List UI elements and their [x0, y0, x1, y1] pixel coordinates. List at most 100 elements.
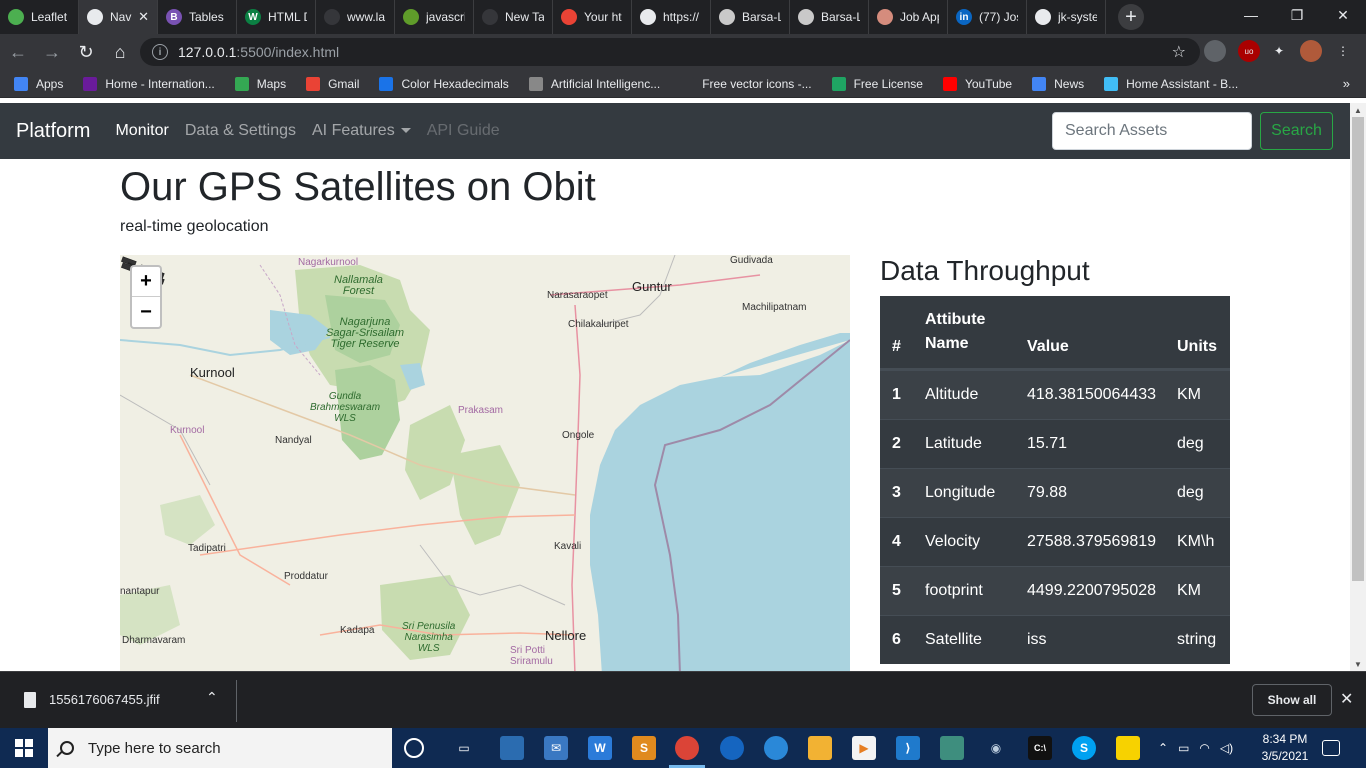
map-label-machilipatnam: Machilipatnam	[742, 302, 807, 313]
scrollbar-thumb[interactable]	[1352, 117, 1364, 581]
attribute-name: Latitude	[925, 435, 982, 452]
edge-icon[interactable]	[764, 736, 788, 760]
writer-icon[interactable]: W	[588, 736, 612, 760]
media-player-icon[interactable]: ▶	[852, 736, 876, 760]
search-button[interactable]: Search	[1260, 112, 1333, 150]
show-all-button[interactable]: Show all	[1252, 684, 1332, 716]
system-tray: ⌃ ▭ ◠ ◁)	[1158, 728, 1233, 768]
nav-link-monitor[interactable]: Monitor	[115, 122, 168, 140]
scroll-up-icon[interactable]: ▲	[1350, 103, 1366, 117]
reload-icon[interactable]: ↻	[70, 36, 102, 68]
bookmark-label: Maps	[256, 76, 287, 91]
bookmark-item[interactable]: Maps	[234, 76, 287, 91]
terminal-icon[interactable]: C:\	[1028, 736, 1052, 760]
notifications-icon[interactable]	[1322, 740, 1340, 756]
column-header-units: Units	[1177, 338, 1217, 355]
bookmark-item[interactable]: Apps	[14, 76, 63, 91]
browser-tab[interactable]: Barsa-L	[790, 0, 869, 34]
chevron-up-icon[interactable]: ⌃	[206, 689, 218, 706]
browser-tab[interactable]: https://	[632, 0, 711, 34]
network-app-icon[interactable]	[940, 736, 964, 760]
browser-tab[interactable]: W HTML D	[237, 0, 316, 34]
search-assets-input[interactable]	[1052, 112, 1252, 150]
close-window-icon[interactable]: ✕	[1320, 0, 1366, 30]
bookmark-item[interactable]: Artificial Intelligenc...	[528, 76, 660, 91]
bookmark-item[interactable]: YouTube	[942, 76, 1012, 91]
bookmark-item[interactable]: Home Assistant - B...	[1104, 76, 1238, 91]
taskbar-search-box[interactable]: Type here to search	[48, 728, 392, 768]
ublock-icon[interactable]: uo	[1238, 40, 1260, 62]
browser-tab[interactable]: Barsa-L	[711, 0, 790, 34]
browser-tab[interactable]: javascri	[395, 0, 474, 34]
volume-icon[interactable]: ◁)	[1220, 741, 1233, 755]
new-tab-button[interactable]: +	[1118, 4, 1144, 30]
navbar-brand[interactable]: Platform	[16, 120, 90, 143]
nav-link-data-settings[interactable]: Data & Settings	[185, 122, 296, 140]
profile-avatar[interactable]	[1300, 40, 1322, 62]
system-clock[interactable]: 8:34 PM 3/5/2021	[1250, 731, 1320, 765]
minimize-icon[interactable]: —	[1228, 0, 1274, 30]
mail-icon[interactable]: ✉	[544, 736, 568, 760]
back-icon[interactable]: ←	[2, 36, 34, 68]
nav-dropdown-ai-features[interactable]: AI Features	[312, 122, 411, 140]
scroll-down-icon[interactable]: ▼	[1350, 657, 1366, 671]
forward-icon[interactable]: →	[36, 36, 68, 68]
browser-tab[interactable]: New Tab	[474, 0, 553, 34]
bookmark-item[interactable]: Free License	[831, 76, 923, 91]
bookmark-item[interactable]: Free vector icons -...	[680, 76, 812, 91]
tab-favicon-icon	[87, 9, 103, 25]
bookmarks-overflow-icon[interactable]: »	[1343, 76, 1350, 91]
home-icon[interactable]: ⌂	[104, 36, 136, 68]
skype-icon[interactable]: S	[1072, 736, 1096, 760]
bookmark-item[interactable]: Color Hexadecimals	[379, 76, 509, 91]
windows-start-icon[interactable]	[0, 728, 48, 768]
browser-tab[interactable]: Job App	[869, 0, 948, 34]
browser-tab[interactable]: www.la	[316, 0, 395, 34]
task-view-icon[interactable]: ▭	[452, 736, 476, 760]
store-icon[interactable]	[500, 736, 524, 760]
vscode-icon[interactable]: ⟩	[896, 736, 920, 760]
chrome-menu-icon[interactable]: ⋮	[1332, 40, 1354, 62]
address-bar[interactable]: i 127.0.0.1:5500/index.html ☆	[140, 38, 1200, 66]
wifi-icon[interactable]: ◠	[1199, 741, 1209, 755]
close-shelf-icon[interactable]: ✕	[1340, 689, 1353, 709]
tab-favicon-icon	[877, 9, 893, 25]
bookmark-item[interactable]: News	[1032, 76, 1084, 91]
chrome-icon[interactable]	[675, 736, 699, 760]
restore-icon[interactable]: ❐	[1274, 0, 1320, 30]
browser-tab[interactable]: jk-syste	[1027, 0, 1106, 34]
taskbar-search-placeholder: Type here to search	[88, 739, 221, 757]
sublime-icon[interactable]: S	[632, 736, 656, 760]
browser-tab[interactable]: Your ht	[553, 0, 632, 34]
bookmark-item[interactable]: Gmail	[306, 76, 360, 91]
tray-chevron-icon[interactable]: ⌃	[1158, 741, 1168, 755]
bookmark-item[interactable]: Home - Internation...	[83, 76, 215, 91]
extension-icon[interactable]	[1204, 40, 1226, 62]
satellite-map[interactable]: Nagarkurnool Nallamala Forest Nagarjuna …	[120, 255, 850, 671]
browser-app-icon[interactable]	[720, 736, 744, 760]
file-explorer-icon[interactable]	[808, 736, 832, 760]
cortana-icon[interactable]	[404, 738, 424, 758]
zoom-in-button[interactable]: +	[132, 267, 160, 297]
eye-app-icon[interactable]: ◉	[984, 736, 1008, 760]
battery-icon[interactable]: ▭	[1178, 741, 1189, 755]
map-label-sri-potti: Sri Potti Sriramulu	[510, 645, 553, 667]
close-tab-icon[interactable]: ✕	[138, 9, 149, 25]
tab-title: jk-syste	[1058, 10, 1097, 24]
puzzle-extensions-icon[interactable]: ✦	[1268, 40, 1290, 62]
browser-tab[interactable]: Leaflet	[0, 0, 79, 34]
site-info-icon[interactable]: i	[152, 44, 168, 60]
page-scrollbar[interactable]: ▲ ▼	[1350, 103, 1366, 671]
sticky-notes-icon[interactable]	[1116, 736, 1140, 760]
browser-tab[interactable]: B Tables	[158, 0, 237, 34]
bookmark-label: Home - Internation...	[105, 76, 215, 91]
browser-tab[interactable]: Nav ✕	[79, 0, 158, 34]
browser-tab[interactable]: in (77) Jos	[948, 0, 1027, 34]
bookmark-star-icon[interactable]: ☆	[1172, 42, 1186, 62]
file-icon	[24, 692, 36, 708]
bookmark-label: Color Hexadecimals	[401, 76, 509, 91]
download-file-name[interactable]: 1556176067455.jfif	[49, 692, 160, 707]
bookmark-label: Gmail	[328, 76, 360, 91]
zoom-out-button[interactable]: −	[132, 297, 160, 327]
map-label-kurnool-district: Kurnool	[170, 425, 205, 436]
